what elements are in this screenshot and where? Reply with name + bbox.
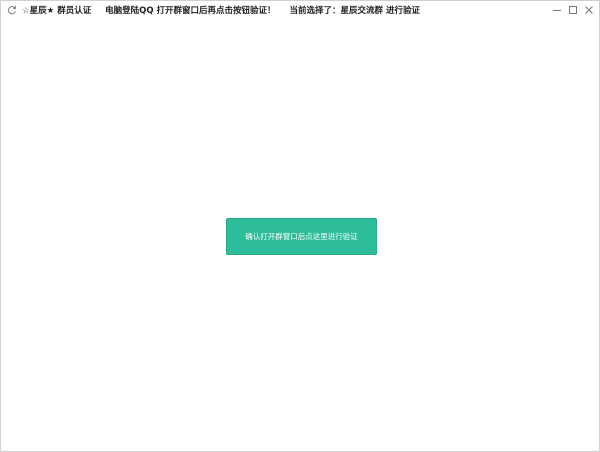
minimize-icon bbox=[553, 10, 561, 11]
main-content: 确认打开群窗口后点这里进行验证 bbox=[1, 19, 599, 451]
minimize-button[interactable] bbox=[549, 2, 565, 18]
title-bar[interactable]: ☆星辰★ 群员认证 电脑登陆QQ 打开群窗口后再点击按钮验证！ 当前选择了：星辰… bbox=[1, 1, 599, 19]
maximize-button[interactable] bbox=[565, 2, 581, 18]
close-button[interactable] bbox=[581, 2, 597, 18]
maximize-icon bbox=[569, 6, 577, 14]
window-controls bbox=[549, 2, 597, 18]
window-title: ☆星辰★ 群员认证 电脑登陆QQ 打开群窗口后再点击按钮验证！ 当前选择了：星辰… bbox=[22, 4, 420, 16]
app-window: ☆星辰★ 群员认证 电脑登陆QQ 打开群窗口后再点击按钮验证！ 当前选择了：星辰… bbox=[0, 0, 600, 452]
verify-button[interactable]: 确认打开群窗口后点这里进行验证 bbox=[226, 218, 377, 255]
title-segment-selection: 当前选择了：星辰交流群 进行验证 bbox=[289, 6, 420, 16]
title-segment-app: ☆星辰★ 群员认证 bbox=[22, 6, 92, 16]
close-icon bbox=[585, 6, 593, 14]
refresh-icon bbox=[6, 4, 18, 16]
title-segment-instruction: 电脑登陆QQ 打开群窗口后再点击按钮验证！ bbox=[105, 6, 276, 16]
